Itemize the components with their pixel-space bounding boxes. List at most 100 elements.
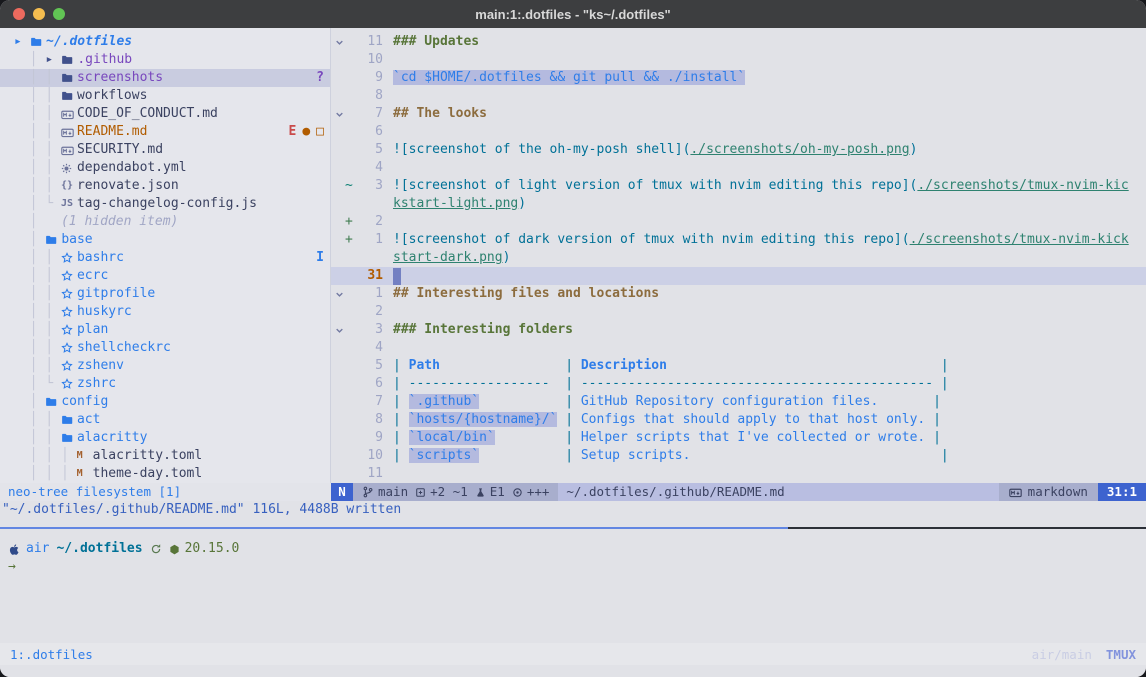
line-number: 2 bbox=[357, 213, 383, 231]
tmux-pane-divider[interactable] bbox=[0, 519, 1146, 537]
fold-chevron-icon[interactable] bbox=[331, 33, 345, 51]
editor-line[interactable]: 10 bbox=[331, 51, 1146, 69]
indent-guides: │ │ bbox=[14, 357, 61, 375]
tree-item-readme-md[interactable]: │ │ README.mdE●□ bbox=[0, 123, 330, 141]
tree-item-gitprofile[interactable]: │ │ gitprofile bbox=[0, 285, 330, 303]
line-number: 7 bbox=[357, 393, 383, 411]
tree-item-tag-changelog-config-js[interactable]: │ └ JStag-changelog-config.js bbox=[0, 195, 330, 213]
editor-line[interactable]: start-dark.png) bbox=[331, 249, 1146, 267]
tree-item-alacritty[interactable]: │ │ alacritty bbox=[0, 429, 330, 447]
tree-item-dependabot-yml[interactable]: │ │ dependabot.yml bbox=[0, 159, 330, 177]
editor-line[interactable]: 9`cd $HOME/.dotfiles && git pull && ./in… bbox=[331, 69, 1146, 87]
git-sign bbox=[345, 33, 357, 51]
editor-line[interactable]: 4 bbox=[331, 159, 1146, 177]
os-segment: air bbox=[8, 540, 49, 558]
git-sign bbox=[345, 69, 357, 87]
tree-item--github[interactable]: │ ▸.github bbox=[0, 51, 330, 69]
editor-line[interactable]: 7| `.github` | GitHub Repository configu… bbox=[331, 393, 1146, 411]
tree-item-zshenv[interactable]: │ │ zshenv bbox=[0, 357, 330, 375]
tree-item-ecrc[interactable]: │ │ ecrc bbox=[0, 267, 330, 285]
neotree-sidebar[interactable]: ▸~/.dotfiles │ ▸ .github │ │ screenshots?… bbox=[0, 28, 331, 483]
editor-line[interactable]: 11### Updates bbox=[331, 33, 1146, 51]
editor-line[interactable]: 11 bbox=[331, 465, 1146, 483]
fold-chevron-icon[interactable] bbox=[331, 321, 345, 339]
tree-item--1-hidden-item-[interactable]: │ (1 hidden item) bbox=[0, 213, 330, 231]
expander-icon[interactable]: ▸ bbox=[14, 33, 30, 51]
active-pane-border bbox=[0, 527, 788, 529]
git-sign bbox=[345, 123, 357, 141]
editor-line[interactable]: 10| `scripts` | Setup scripts. | bbox=[331, 447, 1146, 465]
tree-item-huskyrc[interactable]: │ │ huskyrc bbox=[0, 303, 330, 321]
editor-line[interactable]: 7## The looks bbox=[331, 105, 1146, 123]
editor-line[interactable]: 5| Path | Description | bbox=[331, 357, 1146, 375]
tree-item-screenshots[interactable]: │ │ screenshots? bbox=[0, 69, 330, 87]
line-text: | `scripts` | Setup scripts. | bbox=[383, 447, 949, 465]
editor-line[interactable]: 8 bbox=[331, 87, 1146, 105]
line-text bbox=[383, 51, 393, 69]
braces-icon: {} bbox=[61, 177, 77, 195]
tree-item-security-md[interactable]: │ │ SECURITY.md bbox=[0, 141, 330, 159]
md-icon bbox=[61, 126, 77, 139]
indent-guides: │ bbox=[14, 393, 45, 411]
line-text: ### Updates bbox=[383, 33, 479, 51]
editor-buffer[interactable]: 11### Updates 10 9`cd $HOME/.dotfiles &&… bbox=[331, 28, 1146, 483]
line-text bbox=[383, 87, 393, 105]
editor-line[interactable]: 9| `local/bin` | Helper scripts that I'v… bbox=[331, 429, 1146, 447]
tree-item-shellcheckrc[interactable]: │ │ shellcheckrc bbox=[0, 339, 330, 357]
tree-item-base[interactable]: │ base bbox=[0, 231, 330, 249]
cursor-position: 31:1 bbox=[1098, 483, 1146, 501]
tree-item-config[interactable]: │ config bbox=[0, 393, 330, 411]
file-path: ~/.dotfiles/.github/README.md bbox=[558, 483, 998, 501]
editor-line[interactable]: 6| ------------------ | ----------------… bbox=[331, 375, 1146, 393]
tmux-window-name[interactable]: 1:.dotfiles bbox=[10, 647, 93, 662]
cwd-segment: ~/.dotfiles bbox=[56, 540, 142, 558]
tree-item-zshrc[interactable]: │ └ zshrc bbox=[0, 375, 330, 393]
status-badge: □ bbox=[316, 123, 324, 141]
editor-line[interactable]: ~3![screenshot of light version of tmux … bbox=[331, 177, 1146, 195]
tree-item-bashrc[interactable]: │ │ bashrcI bbox=[0, 249, 330, 267]
indent-guides: │ │ bbox=[14, 123, 61, 141]
line-number: 2 bbox=[357, 303, 383, 321]
git-diff: +2 ~1 bbox=[415, 483, 468, 501]
tree-item-label: huskyrc bbox=[77, 303, 132, 321]
editor-line[interactable]: kstart-light.png) bbox=[331, 195, 1146, 213]
indent-guides: │ │ bbox=[14, 249, 61, 267]
shell-pane[interactable]: air ~/.dotfiles 20.15.0 → bbox=[0, 537, 1146, 643]
editor-line[interactable]: +2 bbox=[331, 213, 1146, 231]
indent-guides: │ │ bbox=[14, 429, 61, 447]
editor-line[interactable]: 5![screenshot of the oh-my-posh shell](.… bbox=[331, 141, 1146, 159]
editor-line[interactable]: 2 bbox=[331, 303, 1146, 321]
fold-chevron-icon[interactable] bbox=[331, 105, 345, 123]
extra-status: +++ bbox=[512, 483, 550, 501]
tree-item-code-of-conduct-md[interactable]: │ │ CODE_OF_CONDUCT.md bbox=[0, 105, 330, 123]
editor-line[interactable]: 3### Interesting folders bbox=[331, 321, 1146, 339]
tree-item-act[interactable]: │ │ act bbox=[0, 411, 330, 429]
mode-indicator: N bbox=[331, 483, 353, 501]
prompt-arrow[interactable]: → bbox=[8, 558, 1146, 576]
star-icon bbox=[61, 270, 77, 282]
editor-line[interactable]: +1![screenshot of dark version of tmux w… bbox=[331, 231, 1146, 249]
tree-item-plan[interactable]: │ │ plan bbox=[0, 321, 330, 339]
tree-item-alacritty-toml[interactable]: │ │ │ Malacritty.toml bbox=[0, 447, 330, 465]
tree-item--dotfiles[interactable]: ▸~/.dotfiles bbox=[0, 33, 330, 51]
folder-icon bbox=[61, 90, 77, 102]
expander-icon[interactable]: ▸ bbox=[45, 51, 61, 69]
nvim-pane: ▸~/.dotfiles │ ▸ .github │ │ screenshots?… bbox=[0, 28, 1146, 519]
tree-item-label: .github bbox=[77, 51, 132, 69]
tree-item-theme-day-toml[interactable]: │ │ │ Mtheme-day.toml bbox=[0, 465, 330, 483]
editor-line[interactable]: 1## Interesting files and locations bbox=[331, 285, 1146, 303]
indent-guides: │ bbox=[14, 213, 61, 231]
line-text: | `.github` | GitHub Repository configur… bbox=[383, 393, 941, 411]
neotree-statusline: neo-tree filesystem [1] bbox=[0, 483, 331, 501]
tree-item-renovate-json[interactable]: │ │ {}renovate.json bbox=[0, 177, 330, 195]
fold-chevron-icon[interactable] bbox=[331, 285, 345, 303]
editor-line[interactable]: 6 bbox=[331, 123, 1146, 141]
line-text bbox=[383, 267, 401, 285]
line-text: | ------------------ | -----------------… bbox=[383, 375, 949, 393]
tree-item-label: zshrc bbox=[77, 375, 116, 393]
editor-line[interactable]: 8| `hosts/{hostname}/` | Configs that sh… bbox=[331, 411, 1146, 429]
editor-line[interactable]: 4 bbox=[331, 339, 1146, 357]
tree-item-workflows[interactable]: │ │ workflows bbox=[0, 87, 330, 105]
editor-line[interactable]: 31 bbox=[331, 267, 1146, 285]
line-text: ## The looks bbox=[383, 105, 487, 123]
